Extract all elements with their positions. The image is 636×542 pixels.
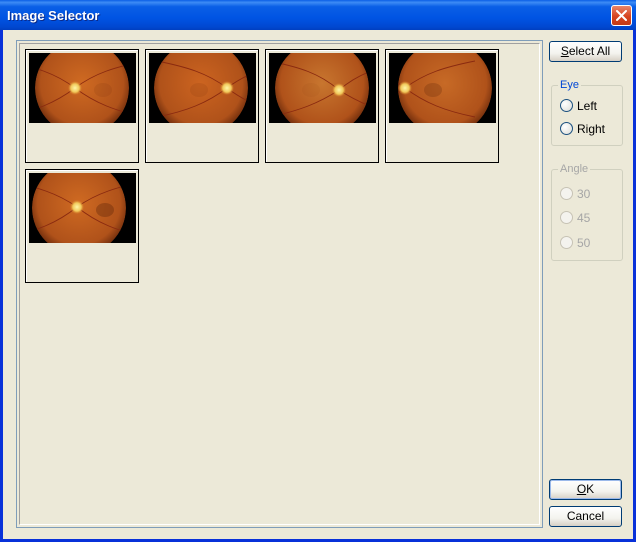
eye-group: Eye Left Right [551,79,623,146]
ok-mnemonic: O [576,482,587,496]
window-title: Image Selector [7,8,100,23]
radio-circle-icon [560,236,573,249]
eye-right-label: Right [577,122,606,136]
select-all-label: elect All [568,44,611,58]
close-x-icon [616,10,627,21]
image-thumbnail-1[interactable] [25,49,139,163]
radio-circle-icon [560,211,573,224]
image-grid [19,43,540,525]
fundus-image-2 [149,53,256,123]
angle-group-label: Angle [558,163,591,175]
image-grid-panel[interactable] [16,40,543,528]
radio-circle-icon [560,122,573,135]
cancel-button[interactable]: Cancel [549,506,622,527]
fundus-image-3 [269,53,376,123]
fundus-image-5 [29,173,136,243]
title-bar[interactable]: Image Selector [0,0,636,30]
ok-button[interactable]: OK [549,479,622,500]
eye-group-label: Eye [558,79,581,91]
eye-left-label: Left [577,99,598,113]
image-thumbnail-3[interactable] [265,49,379,163]
angle-50-label: 50 [577,236,591,250]
image-thumbnail-4[interactable] [385,49,499,163]
fundus-image-1 [29,53,136,123]
ok-label: K [586,482,595,496]
angle-group: Angle 30 45 50 [551,163,623,261]
radio-circle-icon [560,99,573,112]
image-thumbnail-2[interactable] [145,49,259,163]
cancel-label: Cancel [566,509,605,523]
image-thumbnail-5[interactable] [25,169,139,283]
angle-30-label: 30 [577,187,591,201]
fundus-image-4 [389,53,496,123]
angle-45-label: 45 [577,211,591,225]
select-all-button[interactable]: Select All [549,41,622,62]
radio-circle-icon [560,187,573,200]
select-all-mnemonic: S [560,44,569,58]
close-button[interactable] [611,5,632,26]
image-selector-dialog: Image Selector Select All Eye Left Right… [0,0,636,542]
